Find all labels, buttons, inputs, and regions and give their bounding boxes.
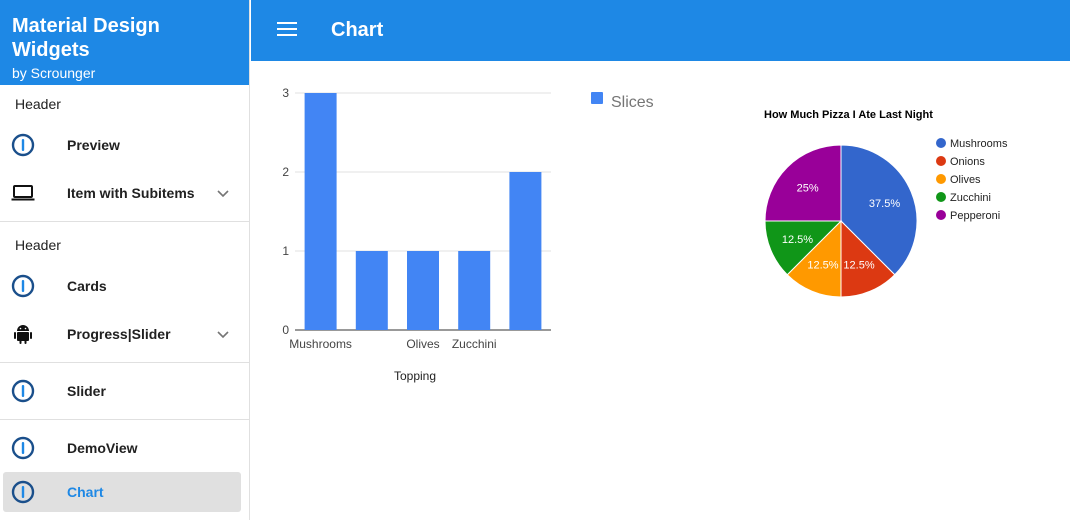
chevron-down-icon[interactable] xyxy=(213,183,233,203)
info-circle-icon xyxy=(11,480,35,504)
info-circle-icon xyxy=(11,274,35,298)
chart-legend: Slices xyxy=(591,92,654,111)
legend-swatch xyxy=(936,156,946,166)
sidebar: Material Design Widgets by Scrounger Hea… xyxy=(0,0,250,520)
sidebar-item-chart[interactable]: Chart xyxy=(3,472,241,512)
sidebar-item-label: Progress|Slider xyxy=(67,326,171,342)
sidebar-item-label: Slider xyxy=(67,383,106,399)
slice-label: 12.5% xyxy=(843,260,874,272)
legend-label: Mushrooms xyxy=(950,138,1008,150)
sidebar-item-progress-slider[interactable]: Progress|Slider xyxy=(0,310,249,358)
legend-swatch xyxy=(936,210,946,220)
x-tick-label: Zucchini xyxy=(452,337,497,351)
section-header: Header xyxy=(15,96,61,112)
sidebar-item-label: Cards xyxy=(67,278,107,294)
divider xyxy=(0,362,249,363)
bar[interactable] xyxy=(355,251,388,330)
y-tick-label: 3 xyxy=(282,86,289,100)
hamburger-menu-icon[interactable] xyxy=(277,19,297,39)
brand-subtitle: by Scrounger xyxy=(12,65,96,81)
slice-label: 12.5% xyxy=(807,260,838,272)
top-app-bar: Chart xyxy=(251,0,1070,61)
bar[interactable] xyxy=(304,93,337,330)
sidebar-item-label: Item with Subitems xyxy=(67,185,195,201)
sidebar-item-cards[interactable]: Cards xyxy=(0,262,249,310)
legend-swatch xyxy=(936,192,946,202)
page-title: Chart xyxy=(331,19,384,41)
x-tick-label: Olives xyxy=(406,337,439,351)
sidebar-item-slider[interactable]: Slider xyxy=(0,367,249,415)
bar[interactable] xyxy=(407,251,439,330)
legend-label: Slices xyxy=(611,94,654,111)
android-icon xyxy=(11,322,35,346)
chart-area: 0 1 2 3 Mushrooms Olives Zucchini Topping Sli… xyxy=(251,61,1070,520)
slice-label: 25% xyxy=(797,183,819,195)
x-tick-label: Mushrooms xyxy=(289,337,352,351)
legend-label: Olives xyxy=(950,174,981,186)
legend-label: Pepperoni xyxy=(950,210,1000,222)
bar[interactable] xyxy=(509,172,542,330)
section-header: Header xyxy=(15,237,61,253)
sidebar-item-label: Chart xyxy=(67,484,104,500)
brand-title: Material Design Widgets xyxy=(12,15,160,61)
y-tick-label: 1 xyxy=(282,244,289,258)
sidebar-item-demoview[interactable]: DemoView xyxy=(0,424,249,472)
info-circle-icon xyxy=(11,133,35,157)
sidebar-item-item-with-subitems[interactable]: Item with Subitems xyxy=(0,169,249,217)
sidebar-item-label: DemoView xyxy=(67,440,138,456)
bar[interactable] xyxy=(458,251,491,330)
legend-swatch xyxy=(591,92,603,104)
sidebar-item-label: Preview xyxy=(67,137,120,153)
info-circle-icon xyxy=(11,436,35,460)
divider xyxy=(0,221,249,222)
brand-header: Material Design Widgets by Scrounger xyxy=(0,0,249,85)
y-tick-label: 2 xyxy=(282,165,289,179)
chevron-down-icon[interactable] xyxy=(213,324,233,344)
app-root: Material Design Widgets by Scrounger Hea… xyxy=(0,0,1070,520)
legend-label: Zucchini xyxy=(950,192,991,204)
info-circle-icon xyxy=(11,379,35,403)
divider xyxy=(0,419,249,420)
legend-swatch xyxy=(936,174,946,184)
y-tick-label: 0 xyxy=(282,323,289,337)
slice-label: 12.5% xyxy=(782,234,813,246)
slice-label: 37.5% xyxy=(869,198,900,210)
legend-label: Onions xyxy=(950,156,985,168)
pie-chart: How Much Pizza I Ate Last Night 37.5% 12.… xyxy=(764,109,1008,298)
laptop-icon xyxy=(11,181,35,205)
x-axis-label: Topping xyxy=(394,369,436,383)
bar-chart: 0 1 2 3 Mushrooms Olives Zucchini Topping Sli… xyxy=(282,86,654,383)
sidebar-item-preview[interactable]: Preview xyxy=(0,121,249,169)
chart-title: How Much Pizza I Ate Last Night xyxy=(764,109,933,121)
legend-swatch xyxy=(936,138,946,148)
